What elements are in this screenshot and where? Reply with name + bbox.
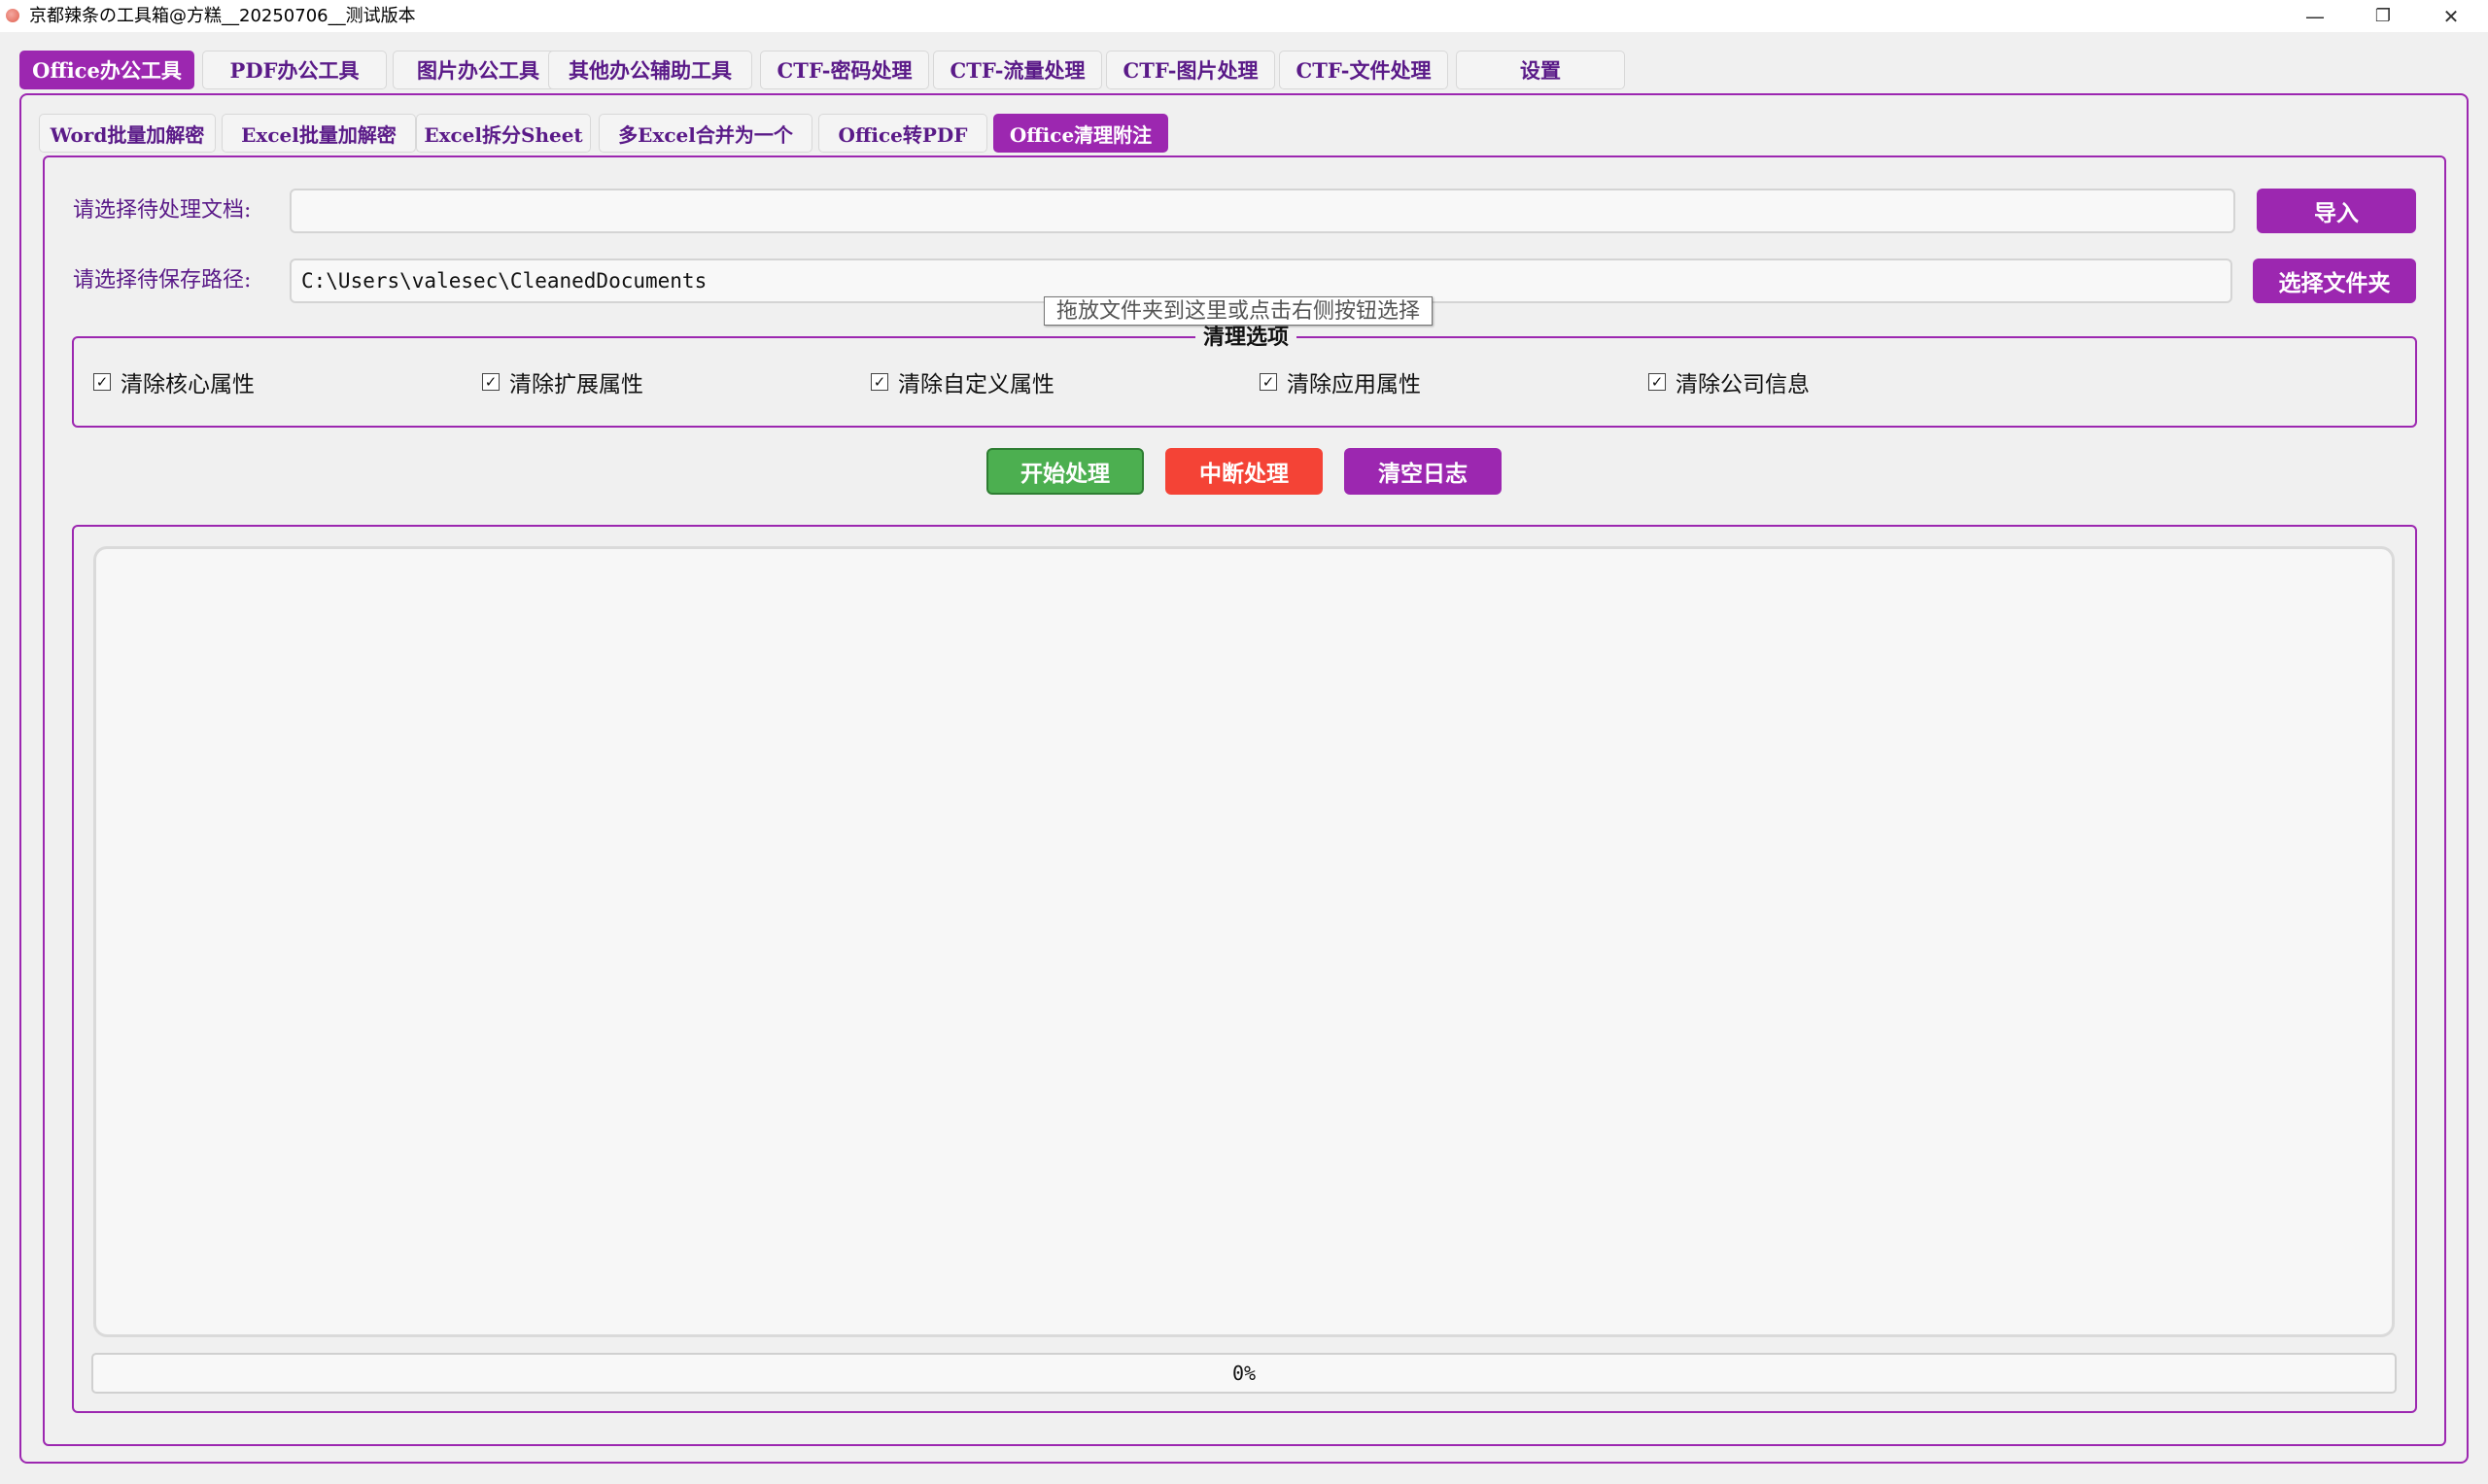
tab-pdf-tools[interactable]: PDF办公工具 [202,51,387,89]
tab-ctf-image[interactable]: CTF-图片处理 [1106,51,1275,89]
checkbox-checked-icon[interactable]: ✓ [482,373,500,391]
subtab-office-to-pdf[interactable]: Office转PDF [818,114,987,153]
progress-bar: 0% [91,1353,2397,1394]
option-app-props[interactable]: ✓ 清除应用属性 [1260,367,1421,397]
option-extended-props[interactable]: ✓ 清除扩展属性 [482,367,643,397]
option-core-props[interactable]: ✓ 清除核心属性 [93,367,255,397]
tab-ctf-traffic[interactable]: CTF-流量处理 [933,51,1102,89]
tab-ctf-file[interactable]: CTF-文件处理 [1279,51,1448,89]
tab-office-tools[interactable]: Office办公工具 [19,51,194,89]
minimize-icon[interactable]: — [2286,0,2344,32]
tab-image-tools[interactable]: 图片办公工具 [393,51,564,89]
subtab-office-clean[interactable]: Office清理附注 [993,114,1168,153]
subtab-excel-crypt[interactable]: Excel批量加解密 [222,114,416,153]
clean-options-title: 清理选项 [1195,323,1297,352]
close-icon[interactable]: ✕ [2422,0,2480,32]
option-company-info[interactable]: ✓ 清除公司信息 [1648,367,1810,397]
stop-button[interactable]: 中断处理 [1165,448,1323,495]
tab-ctf-crypto[interactable]: CTF-密码处理 [760,51,929,89]
save-path-label: 请选择待保存路径: [73,268,252,293]
log-output[interactable] [93,546,2395,1337]
window-title: 京都辣条の工具箱@方糕__20250706__测试版本 [29,6,416,26]
subtab-excel-merge[interactable]: 多Excel合并为一个 [599,114,812,153]
option-label: 清除扩展属性 [509,372,643,397]
checkbox-checked-icon[interactable]: ✓ [93,373,111,391]
doc-label: 请选择待处理文档: [73,198,252,223]
option-label: 清除自定义属性 [898,372,1054,397]
subtab-word-crypt[interactable]: Word批量加解密 [39,114,216,153]
checkbox-checked-icon[interactable]: ✓ [1648,373,1666,391]
select-folder-button[interactable]: 选择文件夹 [2253,259,2416,303]
restore-icon[interactable]: ❐ [2354,0,2412,32]
subtab-excel-split[interactable]: Excel拆分Sheet [416,114,591,153]
doc-path-input[interactable] [290,189,2235,233]
option-label: 清除应用属性 [1287,372,1421,397]
title-bar: 京都辣条の工具箱@方糕__20250706__测试版本 — ❐ ✕ [0,0,2488,32]
option-label: 清除核心属性 [121,372,255,397]
option-label: 清除公司信息 [1676,372,1810,397]
start-button[interactable]: 开始处理 [986,448,1144,495]
tab-other-tools[interactable]: 其他办公辅助工具 [548,51,752,89]
drop-hint-tooltip: 拖放文件夹到这里或点击右侧按钮选择 [1044,296,1434,326]
import-button[interactable]: 导入 [2257,189,2416,233]
clear-log-button[interactable]: 清空日志 [1344,448,1502,495]
option-custom-props[interactable]: ✓ 清除自定义属性 [871,367,1054,397]
app-logo-icon [6,9,19,22]
checkbox-checked-icon[interactable]: ✓ [871,373,888,391]
progress-text: 0% [1231,1362,1257,1385]
tab-settings[interactable]: 设置 [1456,51,1625,89]
checkbox-checked-icon[interactable]: ✓ [1260,373,1277,391]
